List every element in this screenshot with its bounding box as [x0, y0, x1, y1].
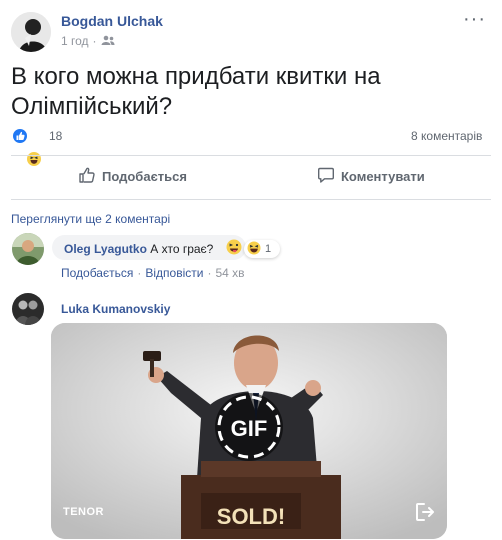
gif-image: SOLD! GIF: [51, 323, 447, 539]
comment-button-label: Коментувати: [341, 169, 425, 184]
comment-button[interactable]: Коментувати: [317, 166, 425, 187]
tongue-emoji-icon: [226, 239, 242, 255]
divider: [11, 199, 491, 200]
separator-dot: ·: [207, 266, 212, 280]
like-button-label: Подобається: [102, 169, 187, 184]
post-meta: 1 год ·: [61, 34, 115, 48]
comment-reply-link[interactable]: Відповісти: [145, 266, 203, 280]
separator-dot: ·: [137, 266, 142, 280]
thumbs-up-icon: [78, 166, 96, 187]
reactions-summary[interactable]: [11, 127, 51, 168]
post-time[interactable]: 1 год: [61, 34, 89, 48]
like-button[interactable]: Подобається: [78, 166, 187, 187]
comment-reaction-count: 1: [265, 243, 272, 255]
friends-icon: [101, 34, 115, 48]
divider: [11, 155, 491, 156]
commenter-avatar[interactable]: [12, 233, 44, 265]
haha-reaction-icon: [247, 241, 261, 258]
commenter-avatar[interactable]: [12, 293, 44, 325]
more-options-icon[interactable]: ···: [463, 9, 486, 29]
commenter-name[interactable]: Luka Kumanovskiy: [61, 302, 170, 316]
post-text: В кого можна придбати квитки на Олімпійс…: [11, 63, 381, 120]
comment-bubble: Oleg Lyagutko А хто грає?: [52, 235, 246, 260]
gif-badge: GIF: [231, 416, 268, 441]
haha-reaction-icon: [25, 150, 43, 168]
gif-provider-label: TENOR: [63, 506, 104, 518]
comments-count[interactable]: 8 коментарів: [411, 129, 482, 143]
gif-attachment[interactable]: SOLD! GIF TENOR: [51, 323, 447, 539]
view-more-comments-link[interactable]: Переглянути ще 2 коментарі: [11, 212, 170, 226]
speech-bubble-icon: [317, 166, 335, 187]
commenter-name[interactable]: Oleg Lyagutko: [64, 242, 147, 256]
gif-caption: SOLD!: [217, 504, 285, 529]
reactions-count[interactable]: 18: [49, 129, 62, 143]
author-avatar[interactable]: [11, 12, 51, 52]
like-reaction-icon: [11, 127, 29, 145]
share-exit-icon[interactable]: [414, 501, 436, 523]
comment-like-link[interactable]: Подобається: [61, 266, 133, 280]
separator-dot: ·: [92, 34, 97, 48]
author-name[interactable]: Bogdan Ulchak: [61, 13, 163, 29]
comment-reaction-badge[interactable]: 1: [244, 240, 280, 258]
comment-actions: Подобається · Відповісти · 54 хв: [61, 266, 245, 280]
comment-text: А хто грає?: [150, 242, 214, 256]
comment-time[interactable]: 54 хв: [215, 266, 244, 280]
